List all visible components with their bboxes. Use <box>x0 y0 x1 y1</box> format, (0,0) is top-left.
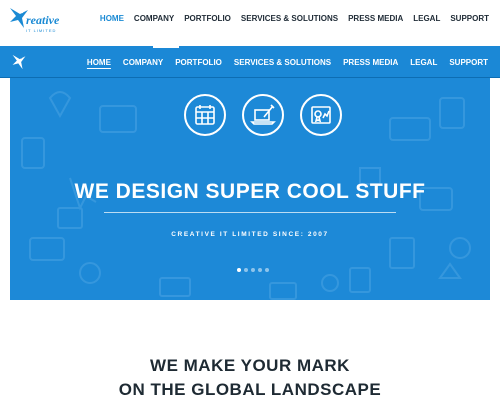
sticky-nav-support[interactable]: SUPPORT <box>443 58 494 67</box>
sticky-navigation: HOME COMPANY PORTFOLIO SERVICES & SOLUTI… <box>81 58 494 67</box>
logo-brand-text: reative <box>26 13 60 27</box>
nav-support[interactable]: SUPPORT <box>445 14 494 23</box>
sticky-nav-company[interactable]: COMPANY <box>117 58 169 67</box>
nav-portfolio[interactable]: PORTFOLIO <box>179 14 236 23</box>
hero-slider: WE DESIGN SUPER COOL STUFF CREATIVE IT L… <box>10 78 490 300</box>
slider-dot-4[interactable] <box>258 268 262 272</box>
hero-subtitle: CREATIVE IT LIMITED SINCE: 2007 <box>171 231 329 238</box>
nav-services-solutions[interactable]: SERVICES & SOLUTIONS <box>236 14 343 23</box>
sticky-navigation-bar: HOME COMPANY PORTFOLIO SERVICES & SOLUTI… <box>0 46 500 78</box>
certificate-chart-icon <box>300 94 342 136</box>
top-header: reative IT LIMITED HOME COMPANY PORTFOLI… <box>0 0 500 40</box>
slider-dot-3[interactable] <box>251 268 255 272</box>
nav-company[interactable]: COMPANY <box>129 14 179 23</box>
hero-feature-icons <box>184 94 342 136</box>
bird-logo-white-icon[interactable] <box>10 52 28 72</box>
section-heading-line-1: WE MAKE YOUR MARK <box>150 356 350 375</box>
slider-pagination <box>237 268 269 272</box>
sticky-nav-services-solutions[interactable]: SERVICES & SOLUTIONS <box>228 58 337 67</box>
logo-tagline: IT LIMITED <box>26 28 57 33</box>
slider-dot-5[interactable] <box>265 268 269 272</box>
sticky-nav-legal[interactable]: LEGAL <box>404 58 443 67</box>
sticky-nav-home[interactable]: HOME <box>81 58 117 67</box>
sticky-nav-press-media[interactable]: PRESS MEDIA <box>337 58 404 67</box>
calendar-grid-icon <box>184 94 226 136</box>
top-navigation: HOME COMPANY PORTFOLIO SERVICES & SOLUTI… <box>95 14 494 23</box>
nav-home[interactable]: HOME <box>95 14 129 23</box>
hero-title: WE DESIGN SUPER COOL STUFF <box>74 180 426 203</box>
section-heading-line-2: ON THE GLOBAL LANDSCAPE <box>118 380 382 399</box>
logo[interactable]: reative IT LIMITED <box>8 4 68 36</box>
laptop-pen-icon <box>242 94 284 136</box>
sticky-nav-portfolio[interactable]: PORTFOLIO <box>169 58 228 67</box>
nav-legal[interactable]: LEGAL <box>408 14 445 23</box>
slider-dot-1[interactable] <box>237 268 241 272</box>
slider-dot-2[interactable] <box>244 268 248 272</box>
hero-divider <box>104 212 396 213</box>
nav-press-media[interactable]: PRESS MEDIA <box>343 14 408 23</box>
section-heading: WE MAKE YOUR MARK ON THE GLOBAL LANDSCAP… <box>0 354 500 400</box>
active-nav-indicator <box>153 46 179 48</box>
